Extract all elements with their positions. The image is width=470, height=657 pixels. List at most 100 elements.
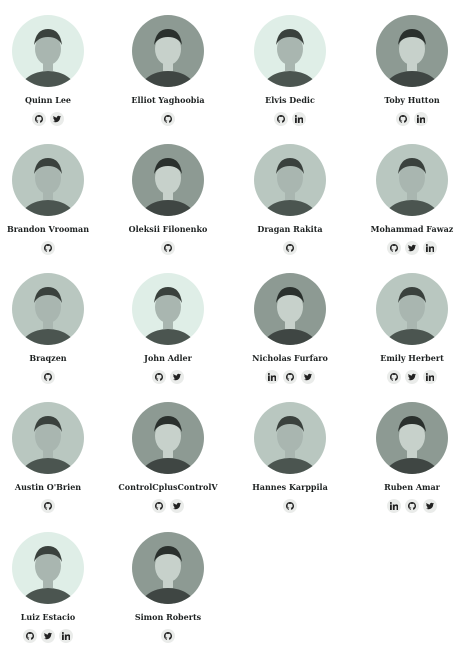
social-links — [240, 499, 340, 513]
team-member-card: Elvis Dedic — [240, 15, 340, 135]
avatar — [12, 402, 84, 474]
team-member-card: Brandon Vrooman — [0, 144, 98, 264]
github-icon[interactable] — [32, 112, 46, 126]
avatar — [12, 532, 84, 604]
github-icon[interactable] — [396, 112, 410, 126]
github-icon[interactable] — [283, 370, 297, 384]
social-links — [0, 499, 98, 513]
avatar — [254, 144, 326, 216]
linkedin-icon[interactable] — [387, 499, 401, 513]
team-member-card: Quinn Lee — [0, 15, 98, 135]
linkedin-icon[interactable] — [265, 370, 279, 384]
github-icon[interactable] — [161, 241, 175, 255]
github-icon[interactable] — [41, 370, 55, 384]
team-member-card: Simon Roberts — [118, 532, 218, 652]
social-links — [118, 629, 218, 643]
member-name: Luiz Estacio — [20, 612, 76, 622]
member-name: Emily Herbert — [380, 353, 444, 363]
social-links — [0, 370, 98, 384]
avatar — [254, 273, 326, 345]
team-member-card: Hannes Karppila — [240, 402, 340, 522]
social-links — [362, 370, 462, 384]
team-member-card: ControlCplusControlV — [118, 402, 218, 522]
team-member-card: Elliot Yaghoobia — [118, 15, 218, 135]
github-icon[interactable] — [41, 241, 55, 255]
social-links — [118, 370, 218, 384]
github-icon[interactable] — [283, 241, 297, 255]
team-member-card: Toby Hutton — [362, 15, 462, 135]
member-name: Oleksii Filonenko — [128, 224, 208, 234]
member-name: Hannes Karppila — [252, 482, 328, 492]
twitter-icon[interactable] — [170, 370, 184, 384]
github-icon[interactable] — [274, 112, 288, 126]
avatar — [12, 15, 84, 87]
twitter-icon[interactable] — [50, 112, 64, 126]
team-member-card: John Adler — [118, 273, 218, 393]
twitter-icon[interactable] — [41, 629, 55, 643]
social-links — [362, 112, 462, 126]
social-links — [0, 241, 98, 255]
github-icon[interactable] — [161, 112, 175, 126]
social-links — [362, 499, 462, 513]
twitter-icon[interactable] — [405, 370, 419, 384]
member-name: Brandon Vrooman — [6, 224, 90, 234]
avatar — [12, 273, 84, 345]
linkedin-icon[interactable] — [423, 241, 437, 255]
twitter-icon[interactable] — [170, 499, 184, 513]
linkedin-icon[interactable] — [423, 370, 437, 384]
team-member-card: Mohammad Fawaz — [362, 144, 462, 264]
avatar — [254, 402, 326, 474]
github-icon[interactable] — [41, 499, 55, 513]
avatar — [12, 144, 84, 216]
linkedin-icon[interactable] — [414, 112, 428, 126]
social-links — [240, 112, 340, 126]
avatar — [376, 15, 448, 87]
member-name: Toby Hutton — [384, 95, 440, 105]
twitter-icon[interactable] — [423, 499, 437, 513]
team-member-card: Oleksii Filonenko — [118, 144, 218, 264]
social-links — [118, 112, 218, 126]
github-icon[interactable] — [152, 370, 166, 384]
team-member-card: Ruben Amar — [362, 402, 462, 522]
member-name: Elvis Dedic — [265, 95, 315, 105]
member-name: Dragan Rakita — [257, 224, 323, 234]
github-icon[interactable] — [387, 370, 401, 384]
team-member-card: Braqzen — [0, 273, 98, 393]
github-icon[interactable] — [405, 499, 419, 513]
avatar — [132, 273, 204, 345]
team-grid: Quinn Lee Elliot Yaghoobia Elvis Dedic Toby… — [0, 0, 470, 657]
linkedin-icon[interactable] — [292, 112, 306, 126]
member-name: Austin O'Brien — [14, 482, 82, 492]
member-name: Ruben Amar — [384, 482, 440, 492]
github-icon[interactable] — [23, 629, 37, 643]
team-member-card: Luiz Estacio — [0, 532, 98, 652]
social-links — [240, 241, 340, 255]
avatar — [132, 402, 204, 474]
avatar — [376, 402, 448, 474]
social-links — [362, 241, 462, 255]
member-name: Simon Roberts — [134, 612, 202, 622]
github-icon[interactable] — [152, 499, 166, 513]
github-icon[interactable] — [283, 499, 297, 513]
twitter-icon[interactable] — [301, 370, 315, 384]
github-icon[interactable] — [161, 629, 175, 643]
social-links — [118, 499, 218, 513]
social-links — [240, 370, 340, 384]
linkedin-icon[interactable] — [59, 629, 73, 643]
social-links — [0, 112, 98, 126]
avatar — [132, 532, 204, 604]
member-name: Mohammad Fawaz — [370, 224, 454, 234]
social-links — [118, 241, 218, 255]
twitter-icon[interactable] — [405, 241, 419, 255]
member-name: ControlCplusControlV — [118, 482, 218, 492]
github-icon[interactable] — [387, 241, 401, 255]
team-member-card: Nicholas Furfaro — [240, 273, 340, 393]
team-member-card: Austin O'Brien — [0, 402, 98, 522]
member-name: Nicholas Furfaro — [252, 353, 328, 363]
member-name: Braqzen — [29, 353, 67, 363]
team-member-card: Emily Herbert — [362, 273, 462, 393]
member-name: John Adler — [144, 353, 192, 363]
social-links — [0, 629, 98, 643]
avatar — [376, 144, 448, 216]
member-name: Quinn Lee — [24, 95, 72, 105]
